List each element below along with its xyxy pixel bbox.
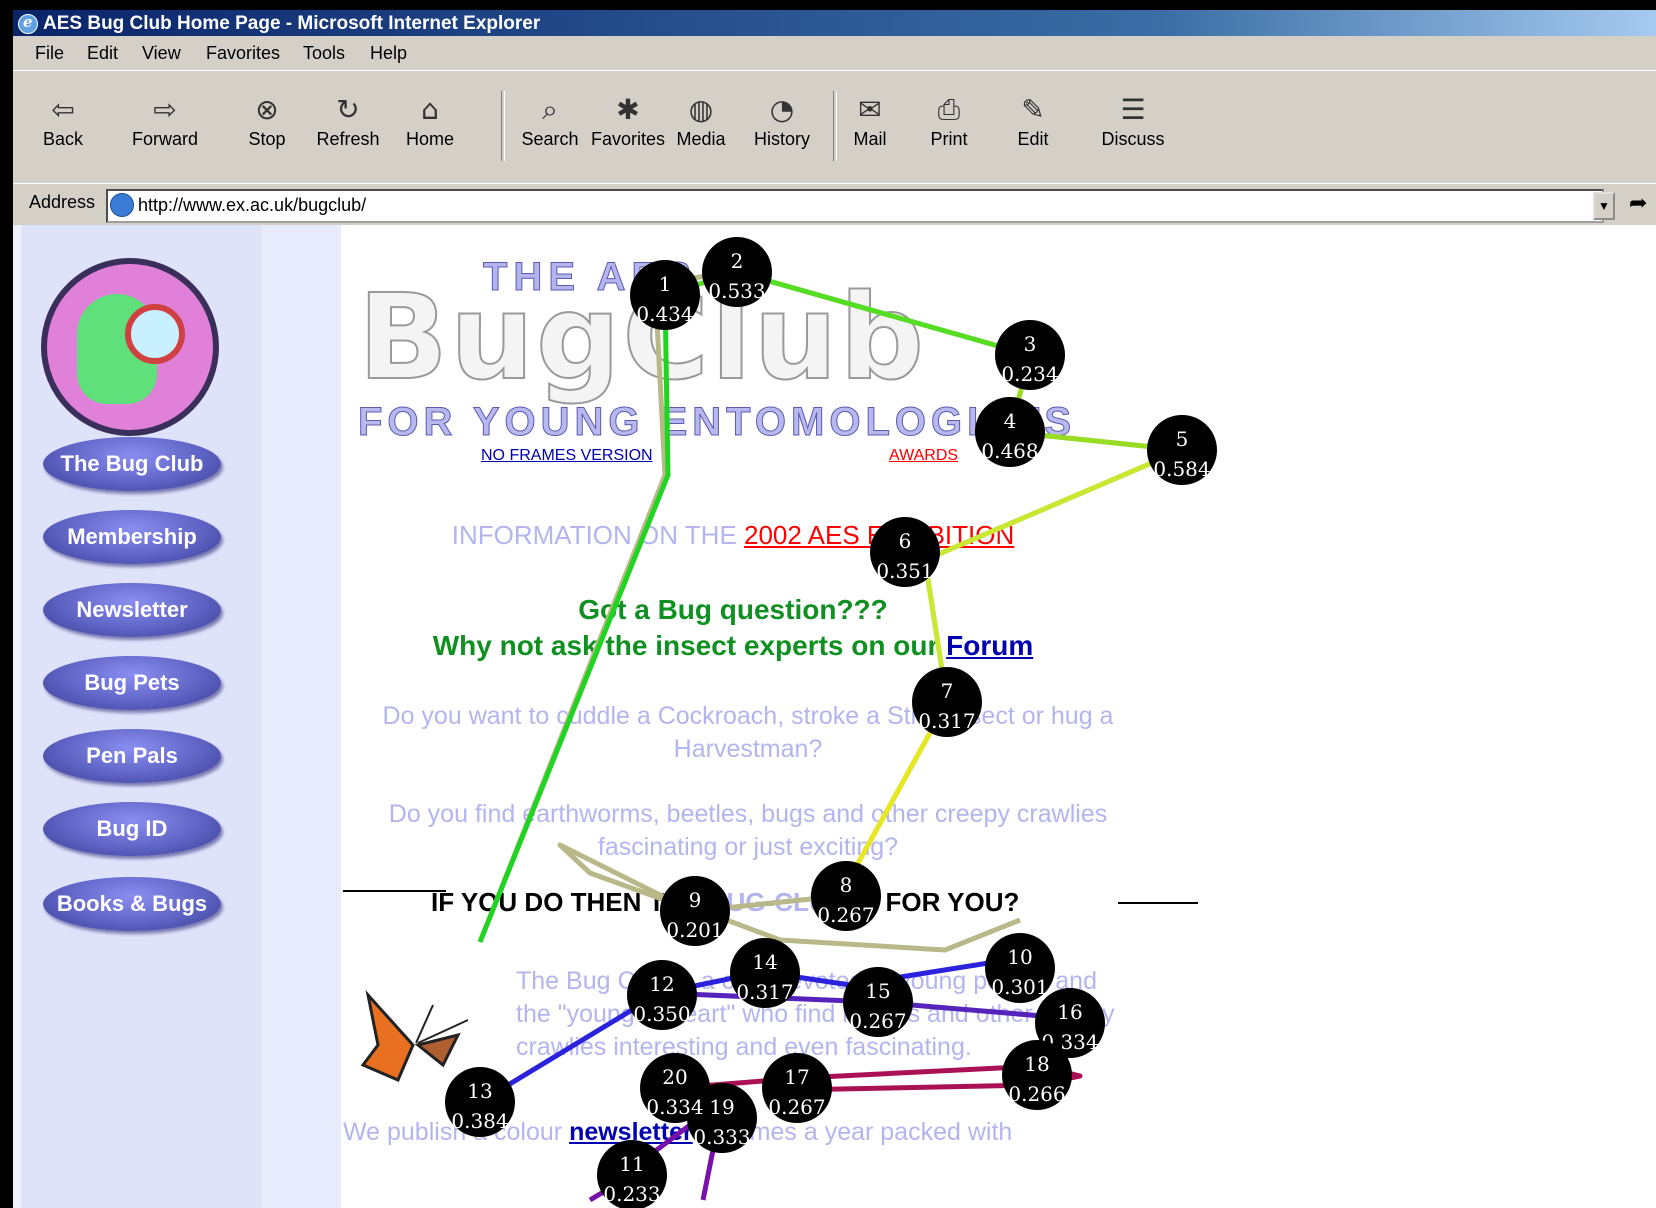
fixation-number: 3: [1024, 332, 1037, 356]
fixation-number: 13: [467, 1079, 492, 1103]
fixation-marker: 8 0.267: [811, 861, 881, 931]
fixation-number: 7: [941, 679, 954, 703]
fixation-number: 4: [1004, 409, 1017, 433]
fixation-marker: 7 0.317: [912, 667, 982, 737]
fixation-duration: 0.584: [1153, 457, 1210, 481]
fixation-marker: 14 0.317: [730, 938, 800, 1008]
fixation-marker: 6 0.351: [870, 517, 940, 587]
fixation-duration: 0.333: [693, 1125, 750, 1149]
fixation-number: 15: [865, 979, 890, 1003]
fixation-duration: 0.267: [768, 1095, 825, 1119]
fixation-duration: 0.468: [981, 439, 1038, 463]
fixation-number: 1: [659, 272, 672, 296]
fixation-duration: 0.267: [849, 1009, 906, 1033]
fixation-duration: 0.351: [876, 559, 933, 583]
fixation-duration: 0.301: [991, 975, 1048, 999]
scanpath-segment: [477, 294, 671, 943]
fixation-duration: 0.266: [1008, 1082, 1065, 1106]
scanpath-segment: [477, 269, 1185, 953]
fixation-number: 5: [1176, 427, 1189, 451]
fixation-duration: 0.234: [1001, 362, 1058, 386]
fixation-marker: 3 0.234: [995, 320, 1065, 390]
fixation-duration: 0.233: [603, 1182, 660, 1206]
fixation-marker: 4 0.468: [975, 397, 1045, 467]
fixation-number: 9: [689, 888, 702, 912]
fixation-number: 17: [784, 1065, 809, 1089]
scanpath: [477, 269, 1185, 1203]
fixation-marker: 10 0.301: [985, 933, 1055, 1003]
gaze-overlay: 1 0.434 2 0.533 3 0.234 4 0.468 5 0.584 6 0.351 7 0.3…: [445, 237, 1217, 1208]
fixation-marker: 5 0.584: [1147, 415, 1217, 485]
fixation-number: 6: [899, 529, 912, 553]
fixation-marker: 2 0.533: [702, 237, 772, 307]
fixation-duration: 0.267: [817, 903, 874, 927]
fixation-duration: 0.317: [736, 980, 793, 1004]
fixation-marker: 13 0.384: [445, 1067, 515, 1137]
fixation-marker: 15 0.267: [843, 967, 913, 1037]
fixation-number: 10: [1007, 945, 1032, 969]
fixation-number: 18: [1024, 1052, 1049, 1076]
fixation-marker: 18 0.266: [1002, 1040, 1072, 1110]
fixation-number: 16: [1057, 1000, 1082, 1024]
fixation-number: 2: [731, 249, 744, 273]
fixation-duration: 0.317: [918, 709, 975, 733]
fixation-duration: 0.334: [646, 1095, 703, 1119]
fixation-marker: 9 0.201: [660, 876, 730, 946]
fixation-marker: 17 0.267: [762, 1053, 832, 1123]
fixation-duration: 0.384: [451, 1109, 508, 1133]
fixation-duration: 0.350: [633, 1002, 690, 1026]
fixation-duration: 0.201: [666, 918, 723, 942]
fixation-duration: 0.533: [708, 279, 765, 303]
fixation-number: 11: [619, 1152, 644, 1176]
fixation-number: 8: [840, 873, 853, 897]
fixation-markers: 1 0.434 2 0.533 3 0.234 4 0.468 5 0.584 6 0.351 7 0.3…: [445, 237, 1217, 1208]
fixation-number: 20: [662, 1065, 687, 1089]
fixation-marker: 20 0.334: [640, 1053, 710, 1123]
fixation-number: 19: [709, 1095, 734, 1119]
fixation-number: 12: [649, 972, 674, 996]
fixation-marker: 11 0.233: [597, 1140, 667, 1208]
fixation-duration: 0.434: [636, 302, 693, 326]
fixation-marker: 1 0.434: [630, 260, 700, 330]
fixation-number: 14: [752, 950, 777, 974]
scanpath-segment: [922, 447, 1183, 703]
fixation-marker: 12 0.350: [627, 960, 697, 1030]
